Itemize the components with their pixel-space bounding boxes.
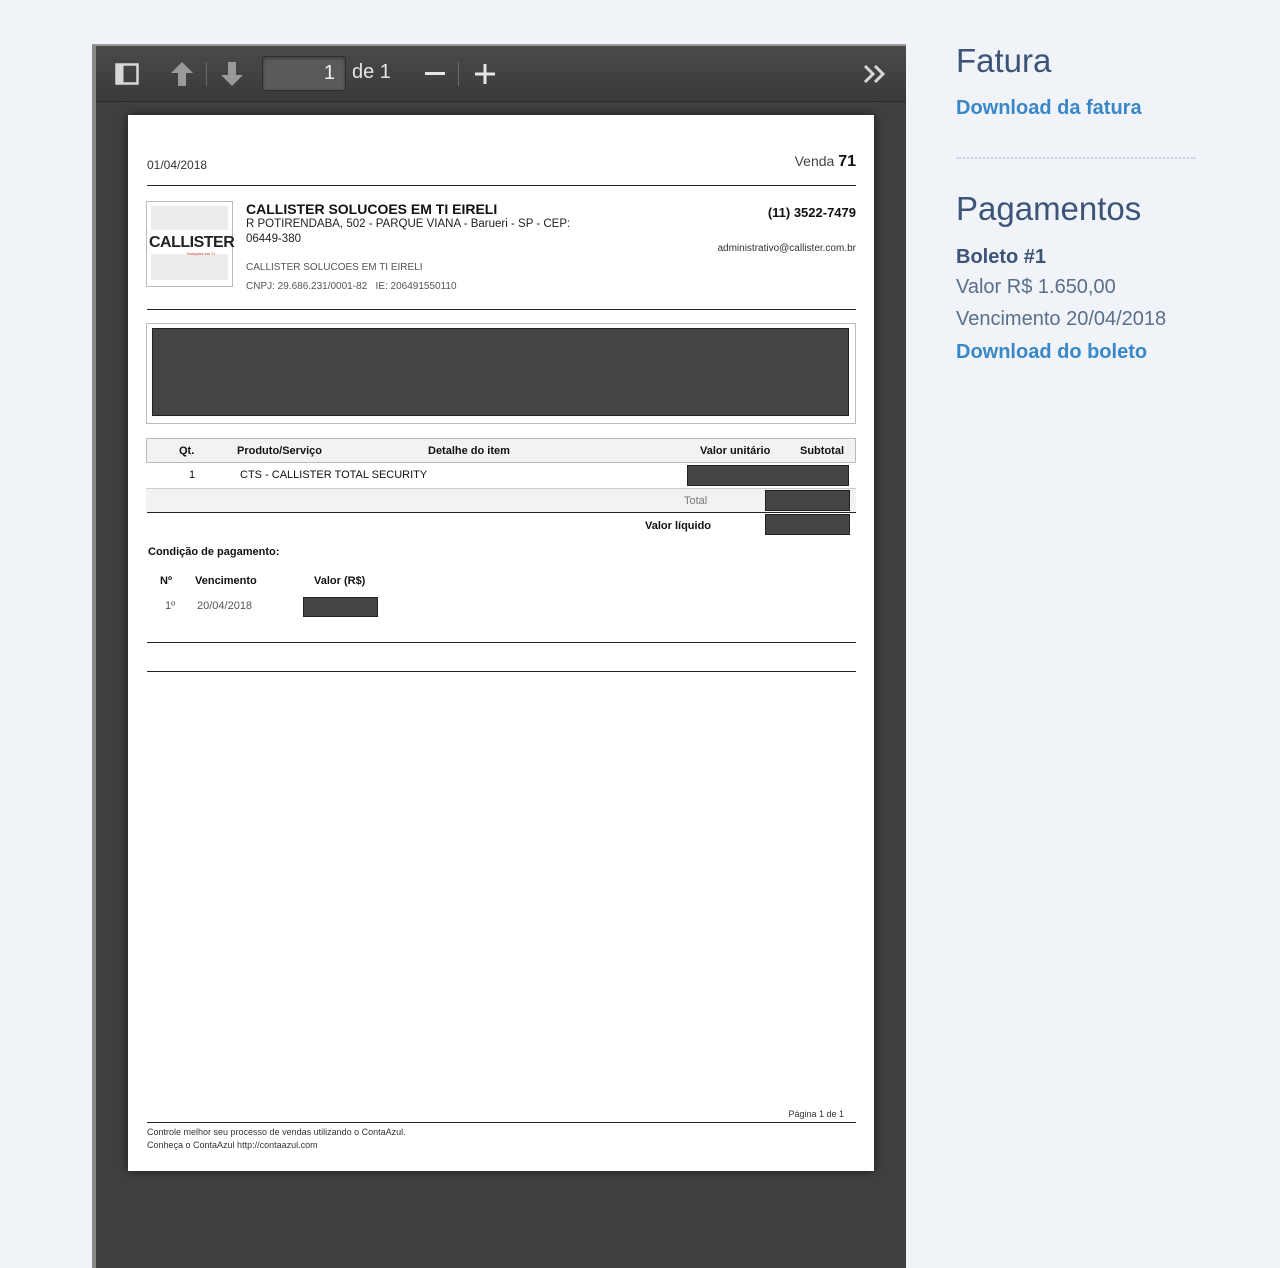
total-row: Total xyxy=(146,488,856,512)
table-row: 1 CTS - CALLISTER TOTAL SECURITY xyxy=(146,463,856,488)
net-value-redaction xyxy=(765,514,850,535)
payment-col-due: Vencimento xyxy=(195,575,257,587)
customer-redaction xyxy=(152,328,849,416)
invoice-date: 01/04/2018 xyxy=(147,158,208,172)
viewer-toolbar: 1 de 1 xyxy=(96,46,906,102)
logo-subtext: Soluções em TI xyxy=(187,251,215,256)
company-name: CALLISTER SOLUCOES EM TI EIRELI xyxy=(246,201,498,217)
col-qt: Qt. xyxy=(179,445,195,457)
fatura-title: Fatura xyxy=(956,42,1052,79)
company-address-line1: R POTIRENDABA, 502 - PARQUE VIANA - Baru… xyxy=(246,218,571,230)
boleto-label: Boleto #1 xyxy=(956,246,1047,268)
company-legal-name: CALLISTER SOLUCOES EM TI EIRELI xyxy=(246,262,423,273)
zoom-in-button[interactable] xyxy=(472,60,498,88)
company-phone: (11) 3522-7479 xyxy=(767,205,856,220)
pagamentos-title: Pagamentos xyxy=(956,190,1142,227)
col-product: Produto/Serviço xyxy=(237,445,322,457)
page-count-label: de 1 xyxy=(352,61,391,83)
company-address-line2: 06449-380 xyxy=(246,233,301,245)
logo-text: CALLISTER xyxy=(149,234,235,251)
col-subtotal: Subtotal xyxy=(800,445,844,457)
download-fatura-link[interactable]: Download da fatura xyxy=(956,97,1142,120)
company-email: administrativo@callister.com.br xyxy=(717,243,856,254)
company-cnpj: CNPJ: 29.686.231/0001-82 IE: 20649155011… xyxy=(246,281,457,292)
invoice-page: 01/04/2018 Venda 71 CALLISTER Soluções e… xyxy=(128,115,874,1171)
sale-number: Venda 71 xyxy=(795,153,856,171)
company-logo: CALLISTER Soluções em TI xyxy=(146,201,235,287)
download-boleto-link[interactable]: Download do boleto xyxy=(956,341,1147,364)
total-redaction xyxy=(765,490,850,511)
payment-n: 1º xyxy=(165,600,176,612)
footer-line2: Conheça o ContaAzul http://contaazul.com xyxy=(147,1140,318,1150)
next-page-icon[interactable] xyxy=(218,60,246,88)
tools-chevron-icon[interactable] xyxy=(862,60,888,88)
payment-condition-label: Condição de pagamento: xyxy=(148,546,280,558)
col-detail: Detalhe do item xyxy=(428,445,510,457)
boleto-value: Valor R$ 1.650,00 xyxy=(956,276,1116,298)
item-qt: 1 xyxy=(189,469,196,481)
item-values-redaction xyxy=(687,465,849,486)
sale-number-value: 71 xyxy=(838,153,856,170)
col-unit-value: Valor unitário xyxy=(700,445,771,457)
customer-box xyxy=(146,323,856,424)
item-product: CTS - CALLISTER TOTAL SECURITY xyxy=(240,469,428,481)
zoom-out-button[interactable] xyxy=(422,60,448,88)
items-table-header: Qt. Produto/Serviço Detalhe do item Valo… xyxy=(146,438,856,463)
payment-due: 20/04/2018 xyxy=(197,600,253,612)
boleto-due-date: Vencimento 20/04/2018 xyxy=(956,308,1167,330)
page-number-input[interactable]: 1 xyxy=(262,56,346,91)
previous-page-icon[interactable] xyxy=(168,60,196,88)
page-footer: Página 1 de 1 xyxy=(788,1109,844,1119)
cnpj-text: CNPJ: 29.686.231/0001-82 xyxy=(246,281,368,292)
footer-line1: Controle melhor seu processo de vendas u… xyxy=(147,1127,406,1137)
pdf-viewer: 1 de 1 01/04/2018 Venda 71 CALLISTER Sol… xyxy=(92,44,906,1268)
payment-value-redaction xyxy=(303,597,378,617)
total-label: Total xyxy=(684,495,708,507)
payment-col-n: Nº xyxy=(160,575,172,587)
net-value-label: Valor líquido xyxy=(645,520,712,532)
sidebar-toggle-icon[interactable] xyxy=(114,60,140,88)
ie-text: IE: 206491550110 xyxy=(375,281,457,292)
sidebar-divider xyxy=(956,157,1196,159)
payment-col-value: Valor (R$) xyxy=(314,575,366,587)
sale-label: Venda xyxy=(794,153,835,169)
